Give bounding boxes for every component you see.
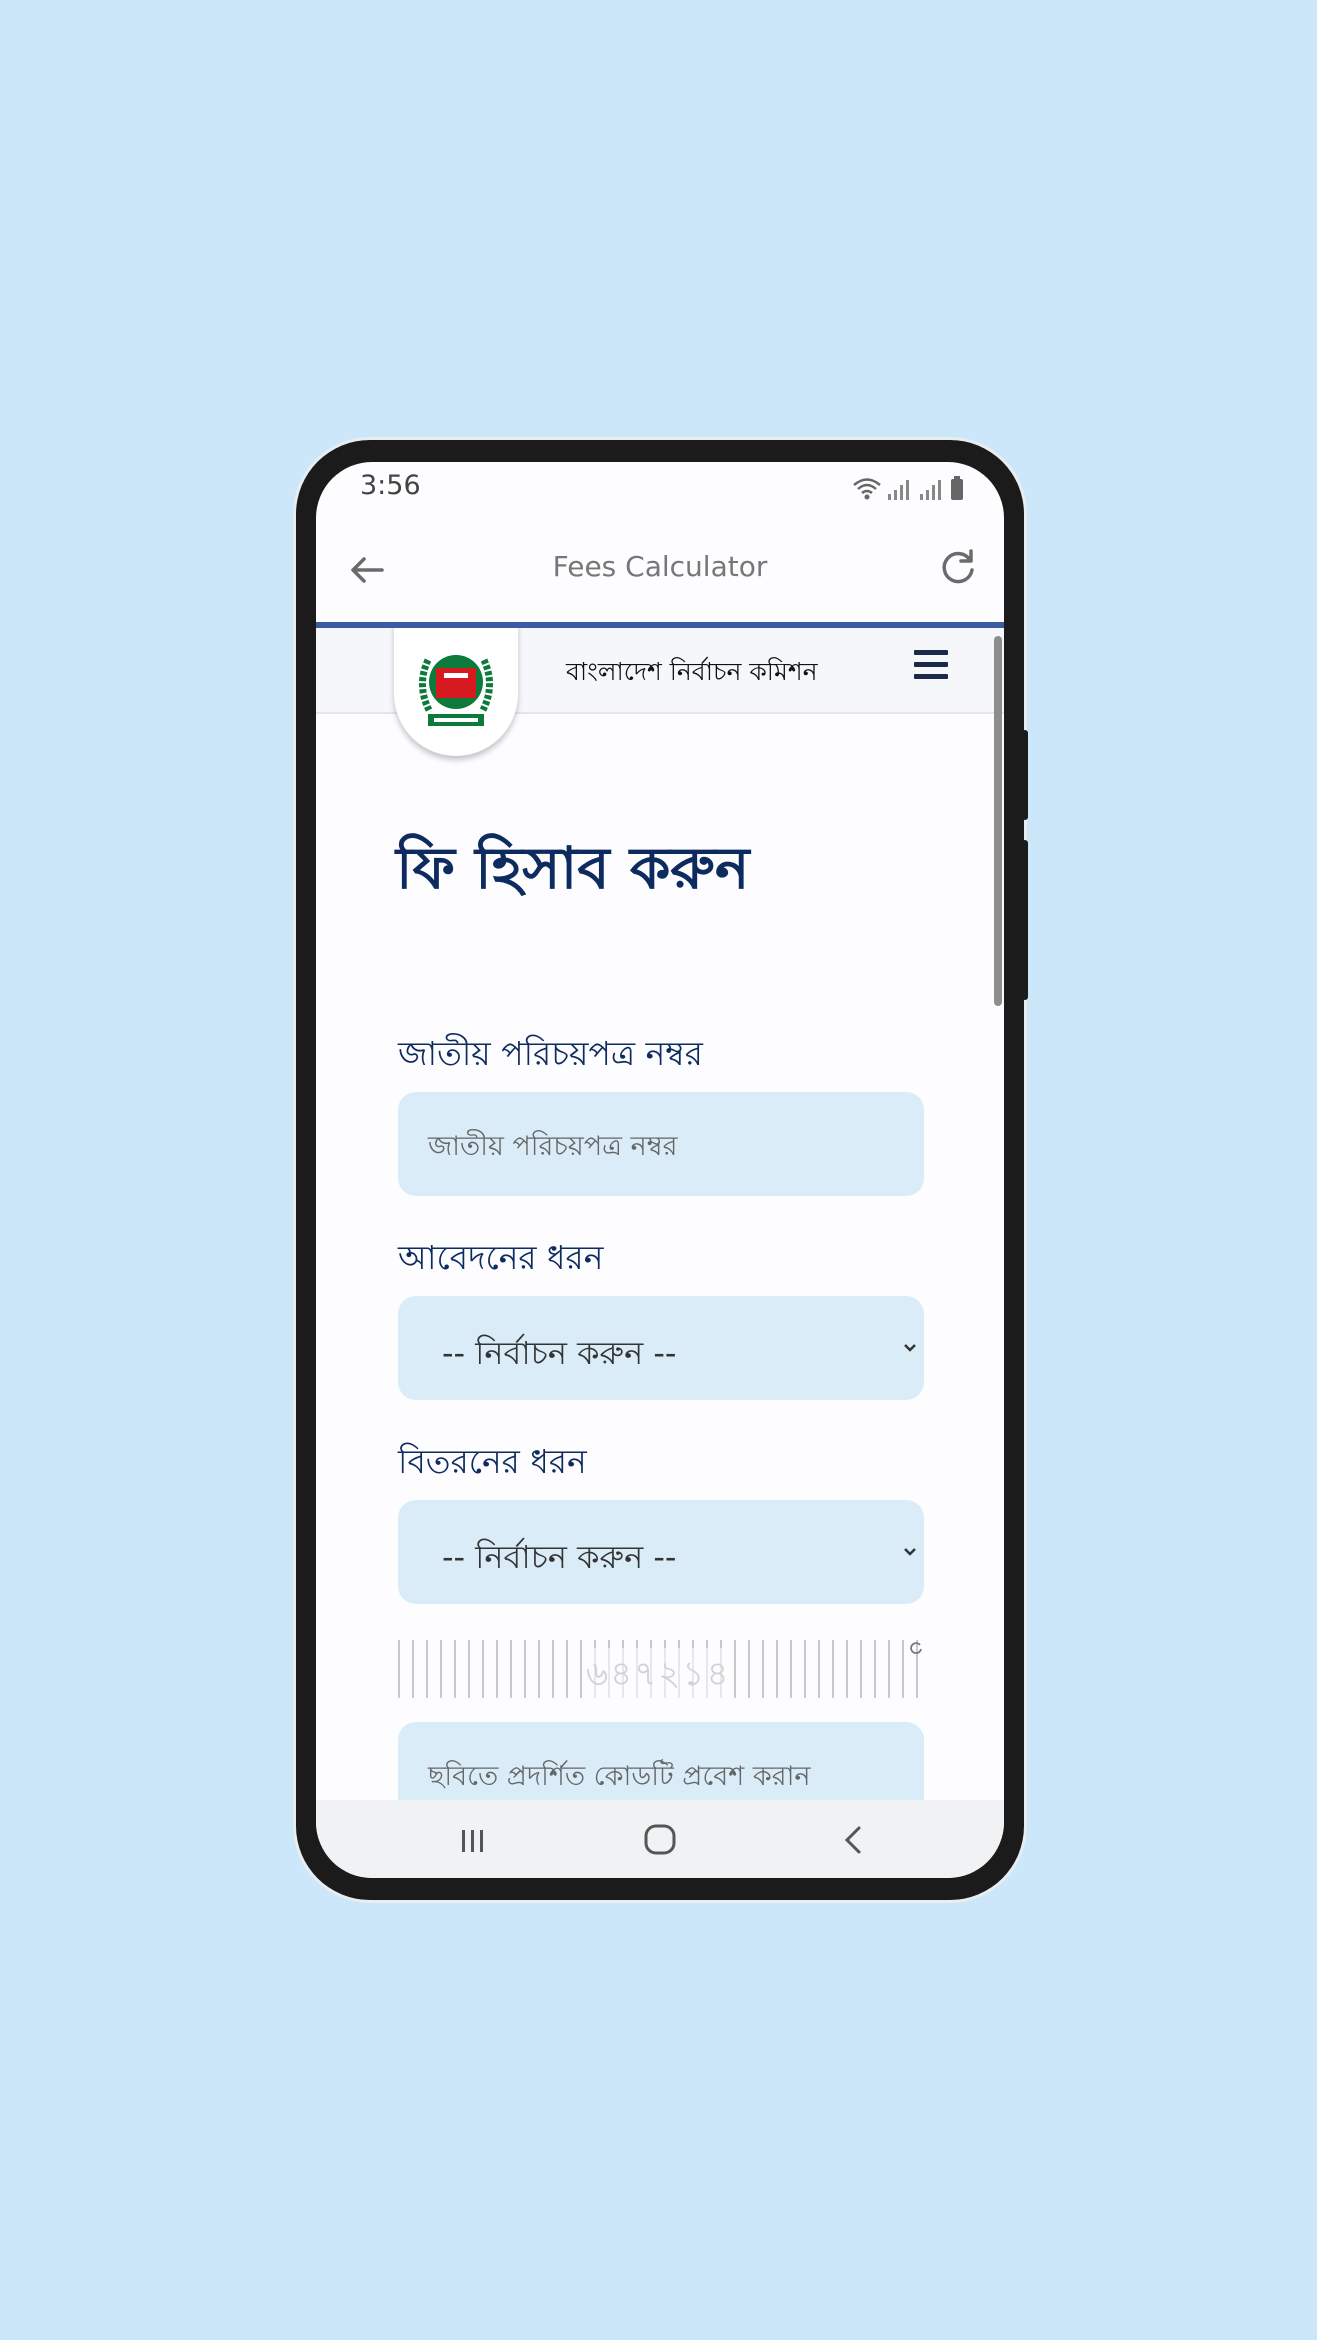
signal-icon <box>888 480 909 500</box>
nid-placeholder: জাতীয় পরিচয়পত্র নম্বর <box>428 1131 678 1162</box>
system-nav-bar <box>316 1800 1004 1878</box>
captcha-placeholder: ছবিতে প্রদর্শিত কোডটি প্রবেশ করান <box>428 1761 811 1792</box>
home-icon[interactable] <box>640 1822 680 1858</box>
logo-emblem <box>419 655 493 726</box>
phone-screen: 3:56 Fees Calculator বাংলাদেশ নির্বাচন ক… <box>316 462 1004 1878</box>
application-type-select[interactable]: -- নির্বাচন করুন -- <box>398 1296 924 1400</box>
phone-frame: 3:56 Fees Calculator বাংলাদেশ নির্বাচন ক… <box>296 440 1028 1900</box>
app-bar: Fees Calculator <box>316 518 1004 622</box>
application-type-selected: -- নির্বাচন করুন -- <box>442 1334 677 1372</box>
delivery-type-label: বিতরনের ধরন <box>398 1442 587 1481</box>
signal-icon <box>920 480 941 500</box>
refresh-icon[interactable] <box>908 1640 924 1656</box>
app-bar-title: Fees Calculator <box>552 550 768 583</box>
chevron-down-icon <box>904 1344 916 1352</box>
status-bar: 3:56 <box>316 462 1004 518</box>
reload-icon[interactable] <box>936 546 980 590</box>
menu-icon[interactable] <box>914 650 948 680</box>
site-name: বাংলাদেশ নির্বাচন কমিশন <box>566 657 818 686</box>
nid-input[interactable]: জাতীয় পরিচয়পত্র নম্বর <box>398 1092 924 1196</box>
application-type-label: আবেদনের ধরন <box>398 1238 604 1277</box>
nav-back-icon[interactable] <box>834 1822 874 1858</box>
power-button <box>1022 730 1028 820</box>
delivery-type-select[interactable]: -- নির্বাচন করুন -- <box>398 1500 924 1604</box>
scrollbar[interactable] <box>994 636 1002 1006</box>
wifi-icon <box>853 478 881 500</box>
status-time: 3:56 <box>360 470 421 501</box>
chevron-down-icon <box>904 1548 916 1556</box>
captcha-code: ৬৪৭২১৪ <box>586 1648 731 1705</box>
battery-icon <box>951 476 963 500</box>
captcha-input[interactable]: ছবিতে প্রদর্শিত কোডটি প্রবেশ করান <box>398 1722 924 1800</box>
webview-content: বাংলাদেশ নির্বাচন কমিশন ফি হিসাব করুন জা… <box>316 628 1004 1800</box>
delivery-type-selected: -- নির্বাচন করুন -- <box>442 1538 677 1576</box>
captcha-image: ৬৪৭২১৪ <box>398 1640 924 1705</box>
election-commission-logo[interactable] <box>394 628 518 756</box>
site-header: বাংলাদেশ নির্বাচন কমিশন <box>316 628 1004 756</box>
status-icons <box>852 476 964 500</box>
nid-label: জাতীয় পরিচয়পত্র নম্বর <box>398 1034 703 1073</box>
volume-button <box>1022 840 1028 1000</box>
recent-apps-icon[interactable] <box>452 1822 492 1858</box>
page-title: ফি হিসাব করুন <box>396 834 750 902</box>
